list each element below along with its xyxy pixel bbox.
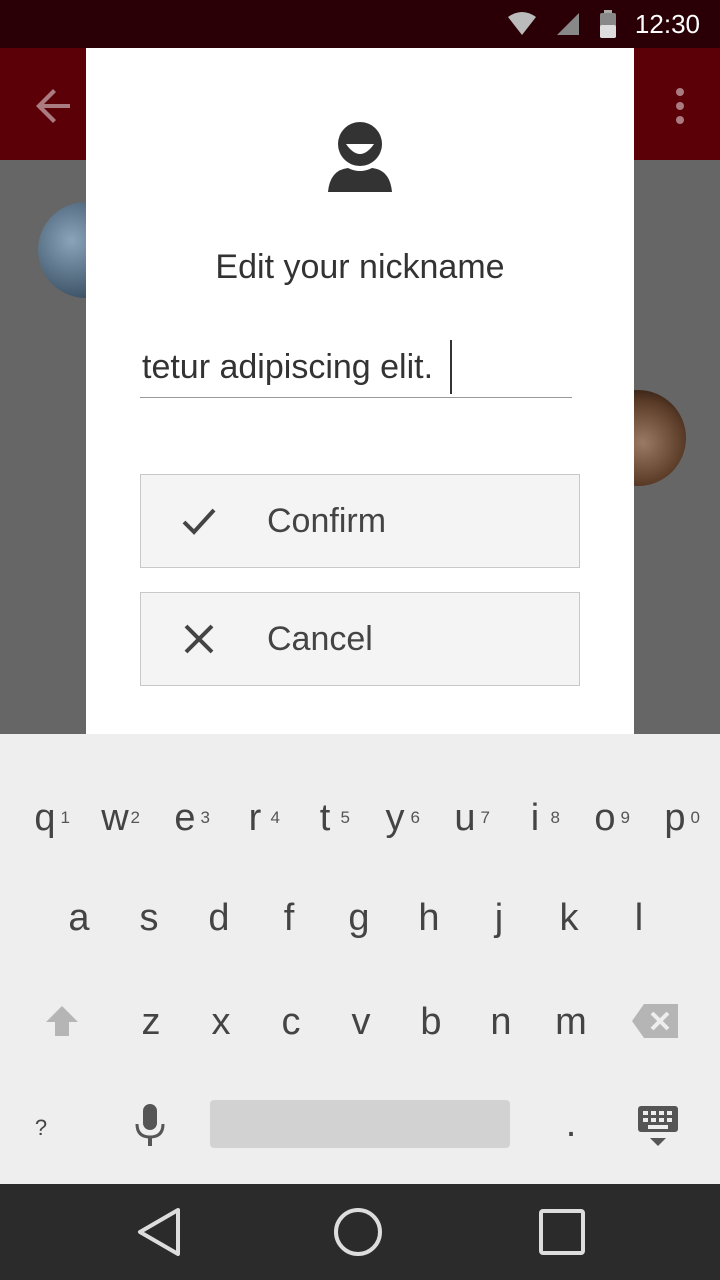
dialog-title: Edit your nickname [215,248,505,286]
key-hint: 2 [130,808,140,827]
key-n[interactable]: n [466,972,536,1072]
key-d[interactable]: d [184,868,254,968]
keyboard-row-2: asdfghjkl [0,868,720,968]
key-label: e [174,796,196,839]
key-u[interactable]: u7 [430,768,500,868]
space-bar[interactable] [210,1100,510,1148]
nav-home-icon[interactable] [330,1204,386,1260]
key-a[interactable]: a [44,868,114,968]
status-time: 12:30 [634,8,700,39]
key-label: o [594,796,616,839]
navigation-bar [0,1184,720,1280]
key-e[interactable]: e3 [150,768,220,868]
key-label: s [139,896,159,939]
key-hint: 0 [690,808,700,827]
confirm-label: Confirm [267,501,387,540]
key-t[interactable]: t5 [290,768,360,868]
key-hint: 7 [480,808,490,827]
key-p[interactable]: p0 [640,768,710,868]
key-label: r [248,796,262,839]
cancel-label: Cancel [267,619,373,658]
shift-icon[interactable] [44,1004,80,1040]
key-hint: 4 [270,808,280,827]
key-x[interactable]: x [186,972,256,1072]
wifi-icon [507,12,536,35]
key-label: k [559,896,579,939]
key-l[interactable]: l [604,868,674,968]
key-label: c [281,1000,301,1043]
key-v[interactable]: v [326,972,396,1072]
key-y[interactable]: y6 [360,768,430,868]
soft-keyboard: q1w2e3r4t5y6u7i8o9p0 asdfghjkl zxcvbnm ?… [0,734,720,1184]
key-label: w [101,796,129,839]
key-m[interactable]: m [536,972,606,1072]
key-label: u [454,796,476,839]
key-hint: 3 [200,808,210,827]
battery-icon [599,10,616,38]
key-hint: 9 [620,808,630,827]
key-label: n [490,1000,512,1043]
key-label: m [555,1000,587,1043]
key-hint: 8 [550,808,560,827]
cancel-button[interactable]: Cancel [140,592,580,686]
key-label: d [208,896,230,939]
key-label: g [348,896,370,939]
key-label: f [283,896,295,939]
key-b[interactable]: b [396,972,466,1072]
period-key[interactable]: . [536,1074,606,1174]
key-h[interactable]: h [394,868,464,968]
key-hint: 1 [60,808,70,827]
key-w[interactable]: w2 [80,768,150,868]
person-icon [328,122,392,192]
key-label: j [494,896,504,939]
key-label: x [211,1000,231,1043]
key-label: p [664,796,686,839]
key-label: l [634,896,644,939]
key-label: y [385,796,405,839]
key-label: b [420,1000,442,1043]
key-q[interactable]: q1 [10,768,80,868]
key-c[interactable]: c [256,972,326,1072]
key-r[interactable]: r4 [220,768,290,868]
check-icon [182,508,216,535]
key-hint: 5 [340,808,350,827]
nav-recents-icon[interactable] [534,1204,590,1260]
microphone-icon[interactable] [134,1104,166,1146]
keyboard-row-1: q1w2e3r4t5y6u7i8o9p0 [0,768,720,868]
key-label: a [68,896,90,939]
edit-nickname-dialog: Edit your nickname Confirm Cancel [86,48,634,734]
status-bar: 12:30 [0,0,720,48]
key-label: v [351,1000,371,1043]
key-label: i [530,796,540,839]
key-z[interactable]: z [116,972,186,1072]
key-label: q [34,796,56,839]
confirm-button[interactable]: Confirm [140,474,580,568]
key-k[interactable]: k [534,868,604,968]
key-o[interactable]: o9 [570,768,640,868]
key-i[interactable]: i8 [500,768,570,868]
key-g[interactable]: g [324,868,394,968]
overflow-menu-icon[interactable] [668,82,692,130]
close-icon [184,624,214,654]
keyboard-hide-icon[interactable] [636,1104,680,1148]
key-hint: 6 [410,808,420,827]
key-label: t [319,796,331,839]
key-j[interactable]: j [464,868,534,968]
signal-icon [556,13,579,35]
key-label: h [418,896,440,939]
nickname-input[interactable] [140,338,572,398]
key-f[interactable]: f [254,868,324,968]
symbols-key[interactable]: ? [6,1078,76,1178]
key-s[interactable]: s [114,868,184,968]
nav-back-icon[interactable] [132,1204,188,1260]
key-label: z [141,1000,161,1043]
back-arrow-icon[interactable] [30,82,78,130]
backspace-icon[interactable] [632,1002,680,1040]
keyboard-row-3: z x c v b nm [0,972,720,1072]
text-cursor [450,340,452,394]
